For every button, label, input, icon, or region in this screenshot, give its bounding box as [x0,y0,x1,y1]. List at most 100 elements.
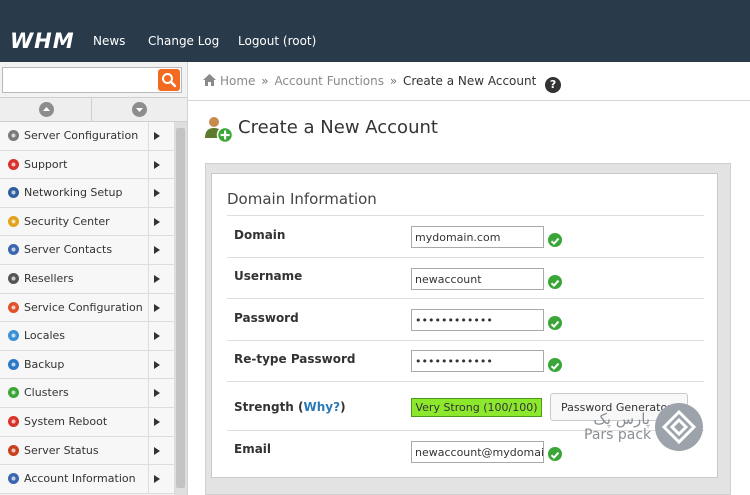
breadcrumb-separator: » [261,74,269,88]
sidebar: Server Configuration Support Networking Se… [0,62,188,495]
retype-password-label: Re-type Password [234,352,356,366]
strength-label: Strength (Why?) [234,400,346,414]
sidebar-item-server-contacts[interactable]: Server Contacts [0,236,174,265]
sidebar-item-label: Server Configuration [24,129,139,142]
strength-label-text: Strength [234,400,294,414]
sidebar-item-service-configuration[interactable]: Service Configuration [0,293,174,323]
sidebar-item-label: Networking Setup [24,186,123,200]
watermark-text-en: Pars pack [584,427,652,443]
row-divider [227,340,704,341]
breadcrumb-current: Create a New Account [403,74,537,88]
expand-arrow-icon[interactable] [154,389,160,398]
row-divider [227,215,704,216]
expand-arrow-icon[interactable] [154,303,160,312]
email-input[interactable] [411,441,544,463]
gauge-icon [8,444,19,456]
sidebar-item-backup[interactable]: Backup [0,350,174,380]
username-input[interactable] [411,268,544,290]
parspack-logo-icon [655,403,703,451]
sidebar-item-system-reboot[interactable]: System Reboot [0,407,174,437]
expand-arrow-icon[interactable] [154,274,160,283]
support-lifebuoy-icon [8,158,19,170]
scrollbar-thumb[interactable] [176,128,185,488]
sidebar-item-support[interactable]: Support [0,150,174,180]
domain-input[interactable] [411,226,544,248]
email-label: Email [234,442,272,456]
strength-paren-close: ) [340,400,346,414]
sidebar-item-server-configuration[interactable]: Server Configuration [0,122,174,151]
sidebar-item-label: Account Information [24,472,136,486]
expand-arrow-icon[interactable] [154,360,160,369]
sidebar-item-label: Server Status [24,443,99,457]
retype-password-input[interactable] [411,350,544,372]
domain-label: Domain [234,228,286,242]
menu-item-separator [148,465,149,494]
contacts-icon [8,244,19,256]
menu-item-separator [148,436,149,465]
expand-arrow-icon[interactable] [154,475,160,484]
expand-arrow-icon[interactable] [154,160,160,169]
password-input[interactable] [411,309,544,331]
sidebar-item-security-center[interactable]: Security Center [0,207,174,237]
menu-item-separator [148,407,149,436]
sidebar-item-locales[interactable]: Locales [0,322,174,351]
sidebar-scrollbar[interactable] [174,122,187,495]
sidebar-item-account-information[interactable]: Account Information [0,465,174,494]
whm-logo[interactable]: WHM [10,27,75,55]
power-icon [8,415,19,427]
sidebar-item-label: Locales [24,329,66,343]
account-info-icon [8,473,19,485]
breadcrumb-account-functions-link[interactable]: Account Functions [274,74,384,88]
expand-arrow-icon[interactable] [154,417,160,426]
add-user-icon [205,117,234,144]
help-icon[interactable]: ? [545,77,562,93]
header-divider [188,100,750,101]
check-icon [548,447,562,461]
sidebar-item-networking-setup[interactable]: Networking Setup [0,179,174,208]
sidebar-item-server-status[interactable]: Server Status [0,436,174,466]
menu-item-separator [148,264,149,293]
nav-logout-link[interactable]: Logout (root) [238,34,316,48]
sidebar-item-label: Support [24,157,68,171]
chevron-down-icon [132,102,147,117]
search-icon [162,73,177,88]
sidebar-item-label: Security Center [24,214,110,228]
check-icon [548,233,562,247]
locales-chat-icon [8,330,19,342]
expand-arrow-icon[interactable] [154,332,160,341]
row-divider [227,381,704,382]
menu-item-separator [148,322,149,351]
breadcrumb-home-link[interactable]: Home [220,74,255,88]
sidebar-item-label: Service Configuration [24,300,143,314]
why-link[interactable]: Why? [304,400,341,414]
sidebar-search-input[interactable] [3,68,158,92]
nav-news-link[interactable]: News [93,34,125,48]
password-label: Password [234,311,299,325]
menu-item-separator [148,379,149,408]
resellers-icon [8,272,19,284]
sidebar-search [2,67,182,93]
nav-change-log-link[interactable]: Change Log [148,34,219,48]
expand-all-button[interactable] [93,98,185,121]
sidebar-item-resellers[interactable]: Resellers [0,264,174,294]
expand-arrow-icon[interactable] [154,246,160,255]
sidebar-item-label: Resellers [24,271,74,285]
menu-item-separator [148,122,149,150]
sidebar-collapse-controls [0,97,187,122]
collapse-all-button[interactable] [0,98,92,121]
menu-item-separator [148,293,149,322]
home-icon [203,74,216,86]
expand-arrow-icon[interactable] [154,132,160,140]
row-divider [227,257,704,258]
expand-arrow-icon[interactable] [154,446,160,455]
menu-item-separator [148,179,149,208]
lock-icon [8,215,19,227]
check-icon [548,275,562,289]
expand-arrow-icon[interactable] [154,217,160,226]
search-button[interactable] [158,69,180,91]
menu-item-separator [148,207,149,236]
sidebar-item-clusters[interactable]: Clusters [0,379,174,408]
page-title: Create a New Account [238,117,438,138]
username-label: Username [234,269,303,283]
expand-arrow-icon[interactable] [154,189,160,198]
